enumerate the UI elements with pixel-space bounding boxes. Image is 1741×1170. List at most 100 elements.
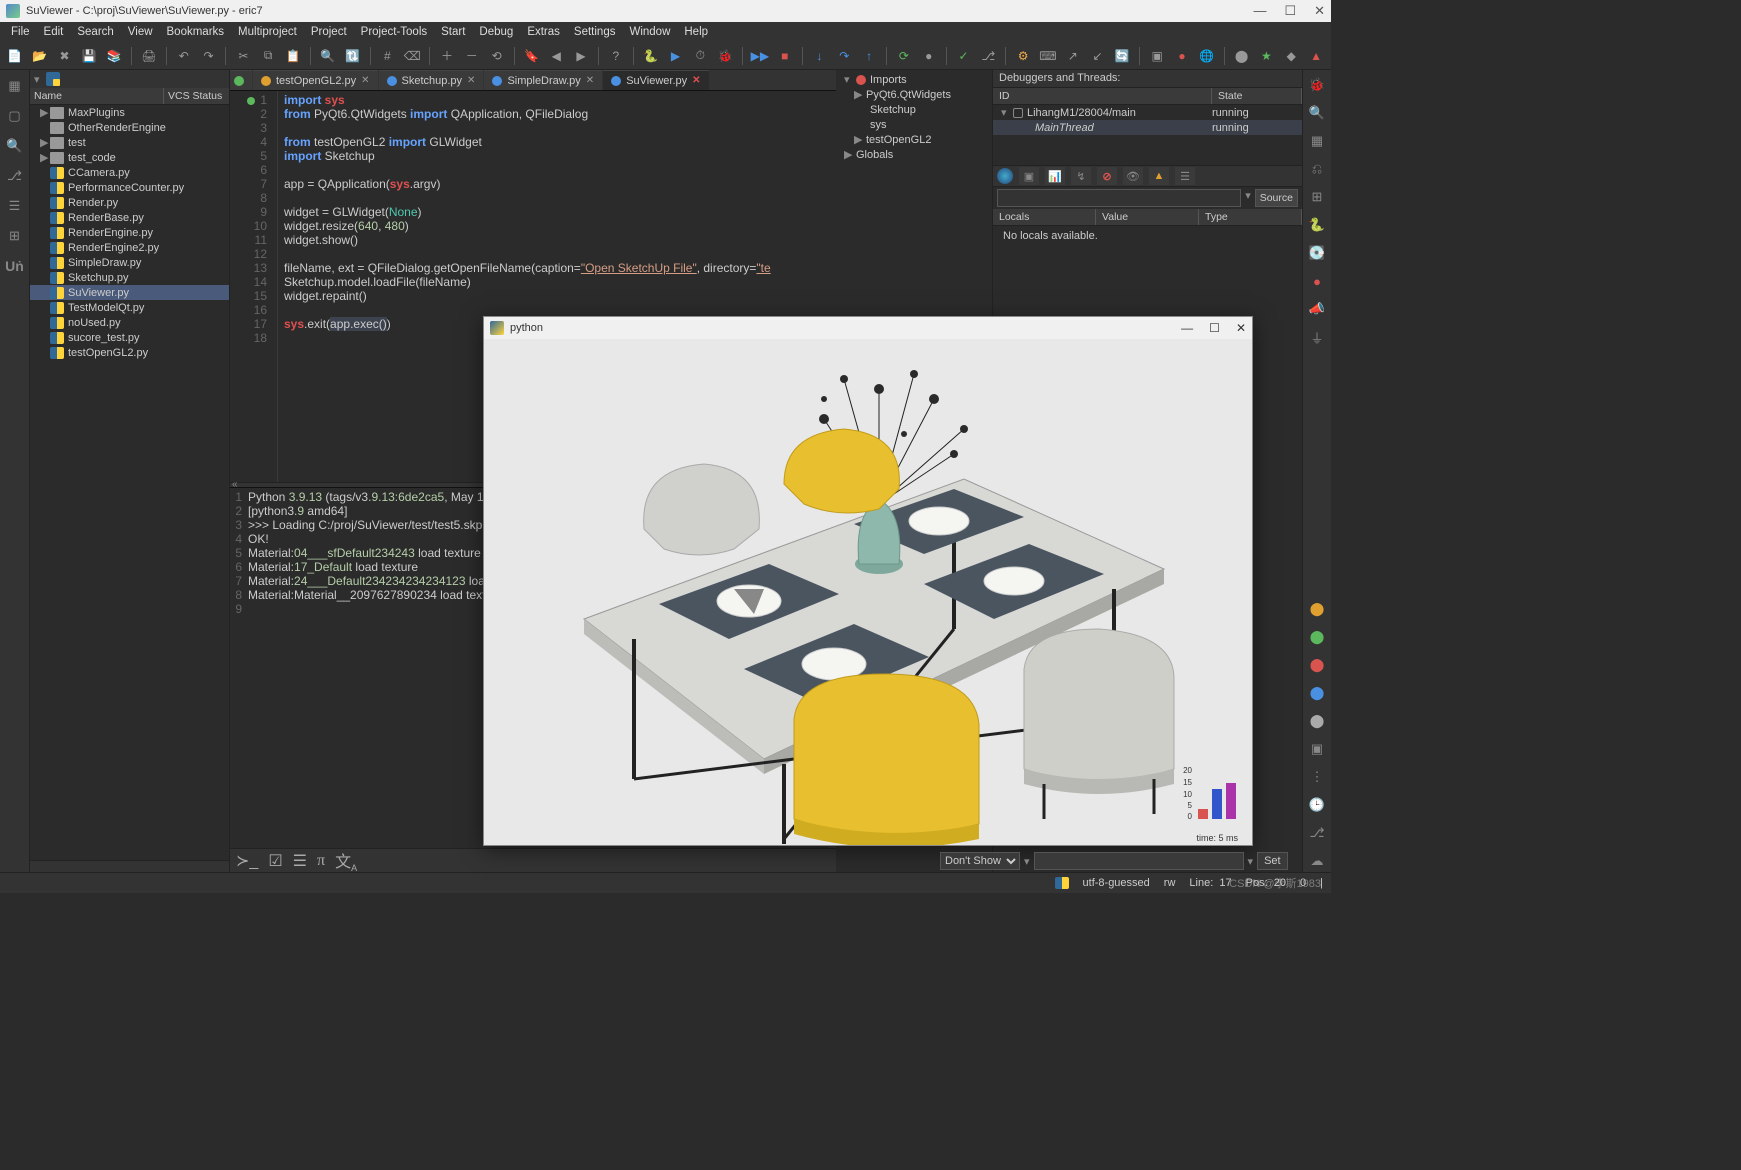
debug-btn[interactable]: 📊	[1045, 167, 1065, 185]
debug-toolbar[interactable]: ▣ 📊 ↯ ⊘ 👁 ▲ ☰	[993, 165, 1302, 187]
source-button[interactable]: Source	[1255, 189, 1298, 207]
menu-multiproject[interactable]: Multiproject	[231, 24, 304, 40]
unicode-icon[interactable]: Uṅ	[3, 254, 27, 278]
render-canvas[interactable]: 20 15 10 5 0 time: 5 ms	[484, 339, 1252, 845]
debug-filter-input[interactable]	[997, 189, 1241, 207]
project-icon[interactable]: ▢	[3, 104, 27, 128]
thread-row[interactable]: ▾ LihangM1/28004/main running	[993, 105, 1302, 120]
tab-run-indicator[interactable]	[230, 70, 252, 90]
menu-file[interactable]: File	[4, 24, 37, 40]
menu-extras[interactable]: Extras	[520, 24, 567, 40]
profile-icon[interactable]: ⏱	[689, 45, 711, 67]
break-icon[interactable]: ●	[1306, 270, 1328, 292]
close-icon[interactable]: ✕	[1314, 3, 1325, 19]
chevron-down-icon[interactable]: ▾	[34, 73, 40, 86]
opt10-icon[interactable]: ☁	[1306, 850, 1328, 872]
open-icon[interactable]: 📂	[29, 45, 51, 67]
file-tree-item[interactable]: ▶MaxPlugins	[30, 105, 229, 120]
browser-icon[interactable]: 🌐	[1196, 45, 1218, 67]
disk-icon[interactable]: 💽	[1306, 242, 1328, 264]
console-toolbar[interactable]: ≻_ ☑ ☰ π 文A	[230, 848, 836, 872]
file-tree-item[interactable]: noUsed.py	[30, 315, 229, 330]
file-tree-item[interactable]: PerformanceCounter.py	[30, 180, 229, 195]
zoom-reset-icon[interactable]: ⟲	[486, 45, 508, 67]
file-tree-columns[interactable]: Name VCS Status	[30, 88, 229, 105]
dont-show-select[interactable]: Don't Show	[940, 852, 1020, 870]
file-tree-item[interactable]: testOpenGL2.py	[30, 345, 229, 360]
chevron-down-icon[interactable]: ▾	[1024, 855, 1030, 868]
python-render-window[interactable]: python — ☐ ✕	[483, 316, 1253, 846]
variable-columns[interactable]: Locals Value Type	[993, 209, 1302, 226]
whatsthis-icon[interactable]: ?	[605, 45, 627, 67]
minimize-icon[interactable]: —	[1253, 3, 1266, 19]
editor-tabs[interactable]: testOpenGL2.py✕Sketchup.py✕SimpleDraw.py…	[230, 70, 836, 91]
debug-warn-icon[interactable]: ▲	[1149, 167, 1169, 185]
debug-btn[interactable]: ↯	[1071, 167, 1091, 185]
debug-btn[interactable]: ▣	[1019, 167, 1039, 185]
reload-icon[interactable]: 🔄	[1111, 45, 1133, 67]
opt3-icon[interactable]: ⬤	[1306, 654, 1328, 676]
file-tree-item[interactable]: sucore_test.py	[30, 330, 229, 345]
outline-item[interactable]: Sketchup	[836, 102, 992, 117]
copy-icon[interactable]: ⧉	[257, 45, 279, 67]
continue-icon[interactable]: ▶▶	[749, 45, 771, 67]
step-over-icon[interactable]: ↷	[833, 45, 855, 67]
misc4-icon[interactable]: ▲	[1305, 45, 1327, 67]
file-tree-scrollbar[interactable]	[30, 860, 229, 872]
graph-icon[interactable]: ⎌	[1306, 158, 1328, 180]
thread-row[interactable]: MainThread running	[993, 120, 1302, 135]
misc3-icon[interactable]: ◆	[1280, 45, 1302, 67]
menu-start[interactable]: Start	[434, 24, 472, 40]
debug-filter-row[interactable]: ▾ Source	[993, 187, 1302, 209]
cut-icon[interactable]: ✂	[232, 45, 254, 67]
stop-icon[interactable]: ■	[774, 45, 796, 67]
menu-project-tools[interactable]: Project-Tools	[354, 24, 434, 40]
opt2-icon[interactable]: ⬤	[1306, 626, 1328, 648]
maximize-icon[interactable]: ☐	[1284, 3, 1296, 19]
file-tree-item[interactable]: SimpleDraw.py	[30, 255, 229, 270]
opt4-icon[interactable]: ⬤	[1306, 682, 1328, 704]
line-gutter[interactable]: 123456789101112131415161718	[230, 91, 278, 482]
zoom-in-icon[interactable]: ＋	[436, 45, 458, 67]
opt9-icon[interactable]: ⎇	[1306, 822, 1328, 844]
paste-icon[interactable]: 📋	[282, 45, 304, 67]
grid-icon[interactable]: ▦	[3, 74, 27, 98]
minimize-icon[interactable]: —	[1181, 321, 1193, 335]
globe-icon[interactable]	[997, 168, 1013, 184]
file-tree-item[interactable]: TestModelQt.py	[30, 300, 229, 315]
debug-btn[interactable]: 👁	[1123, 167, 1143, 185]
menu-debug[interactable]: Debug	[472, 24, 520, 40]
step-into-icon[interactable]: ↓	[809, 45, 831, 67]
menu-window[interactable]: Window	[622, 24, 677, 40]
display-filter-input[interactable]	[1034, 852, 1244, 870]
col-name[interactable]: Name	[30, 88, 164, 104]
import-icon[interactable]: ↙	[1087, 45, 1109, 67]
save-icon[interactable]: 💾	[78, 45, 100, 67]
editor-tab[interactable]: SimpleDraw.py✕	[484, 70, 602, 90]
file-tree-item[interactable]: SuViewer.py	[30, 285, 229, 300]
close-icon[interactable]: ✕	[1236, 321, 1246, 335]
terminal-icon[interactable]: ▣	[1146, 45, 1168, 67]
outline-item[interactable]: sys	[836, 117, 992, 132]
col-locals[interactable]: Locals	[993, 209, 1096, 225]
opt7-icon[interactable]: ⋮	[1306, 766, 1328, 788]
opt8-icon[interactable]: 🕒	[1306, 794, 1328, 816]
search2-icon[interactable]: 🔍	[3, 134, 27, 158]
debug-icon[interactable]: 🐞	[714, 45, 736, 67]
col-vcs[interactable]: VCS Status	[164, 88, 229, 104]
file-tree-item[interactable]: RenderEngine.py	[30, 225, 229, 240]
file-tree-item[interactable]: Render.py	[30, 195, 229, 210]
file-tree-items[interactable]: ▶MaxPluginsOtherRenderEngine▶test▶test_c…	[30, 105, 229, 860]
step-out-icon[interactable]: ↑	[858, 45, 880, 67]
outline-item[interactable]: ▶PyQt6.QtWidgets	[836, 87, 992, 102]
browser2-icon[interactable]: ⊞	[3, 224, 27, 248]
col-value[interactable]: Value	[1096, 209, 1199, 225]
outline-globals[interactable]: ▶ Globals	[836, 147, 992, 162]
opt1-icon[interactable]: ⬤	[1306, 598, 1328, 620]
zoom-out-icon[interactable]: －	[461, 45, 483, 67]
replace-icon[interactable]: 🔃	[342, 45, 364, 67]
file-tree-item[interactable]: ▶test_code	[30, 150, 229, 165]
debug-stop-icon[interactable]: ⊘	[1097, 167, 1117, 185]
chevron-down-icon[interactable]: ▾	[1248, 855, 1254, 868]
var-icon[interactable]: ⊞	[1306, 186, 1328, 208]
